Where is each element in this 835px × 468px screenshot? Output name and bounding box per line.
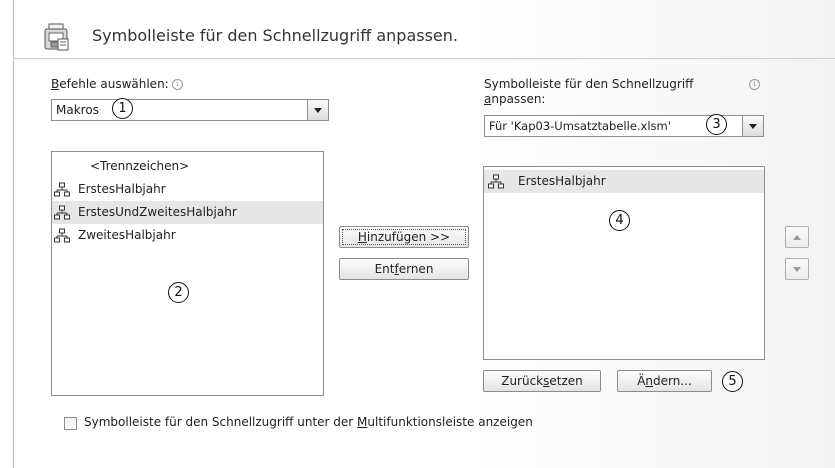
list-item[interactable]: <Trennzeichen>: [52, 155, 323, 178]
callout-3: 3: [706, 114, 727, 135]
chevron-down-icon: [793, 266, 801, 272]
header-divider-highlight: [13, 59, 835, 60]
quick-access-toolbar-icon: [44, 23, 69, 51]
toolbar-scope-value: Für 'Kap03-Umsatztabelle.xlsm': [489, 119, 671, 133]
choose-commands-label: Befehle auswählen: i: [51, 77, 183, 91]
chevron-up-icon: [793, 234, 801, 240]
info-icon: i: [171, 79, 183, 90]
list-item[interactable]: ZweitesHalbjahr: [52, 224, 323, 247]
move-down-button[interactable]: [785, 258, 809, 280]
list-item[interactable]: ErstesHalbjahr: [52, 178, 323, 201]
chevron-down-icon[interactable]: [742, 116, 763, 136]
customize-toolbar-label-line2: anpassen:: [484, 92, 546, 106]
info-icon: i: [749, 79, 760, 90]
toolbar-commands-list[interactable]: ErstesHalbjahr: [483, 166, 765, 360]
callout-2: 2: [168, 282, 189, 303]
show-below-ribbon-label: Symbolleiste für den Schnellzugriff unte…: [84, 415, 533, 429]
callout-4: 4: [609, 210, 630, 231]
remove-button[interactable]: Entfernen: [339, 258, 469, 280]
macro-icon: [54, 205, 70, 220]
add-button[interactable]: Hinzufügen >>: [339, 226, 469, 248]
choose-commands-combo[interactable]: Makros: [51, 99, 329, 121]
list-item[interactable]: ErstesHalbjahr: [484, 170, 764, 193]
customize-toolbar-label: Symbolleiste für den Schnellzugriff: [484, 77, 694, 91]
macro-icon: [54, 228, 70, 243]
list-item[interactable]: ErstesUndZweitesHalbjahr: [52, 201, 323, 224]
move-up-button[interactable]: [785, 226, 809, 248]
reset-button[interactable]: Zurücksetzen: [483, 370, 601, 392]
callout-5: 5: [722, 371, 743, 392]
show-below-ribbon-checkbox[interactable]: [64, 417, 77, 430]
available-commands-list[interactable]: <Trennzeichen> ErstesHalbjahr ErstesUndZ…: [51, 151, 324, 396]
macro-icon: [488, 174, 504, 189]
macro-icon: [54, 182, 70, 197]
modify-button[interactable]: Ändern...: [617, 370, 712, 392]
choose-commands-value: Makros: [56, 103, 99, 117]
chevron-down-icon[interactable]: [307, 100, 328, 120]
callout-1: 1: [112, 98, 133, 119]
dialog-title: Symbolleiste für den Schnellzugriff anpa…: [92, 26, 458, 45]
